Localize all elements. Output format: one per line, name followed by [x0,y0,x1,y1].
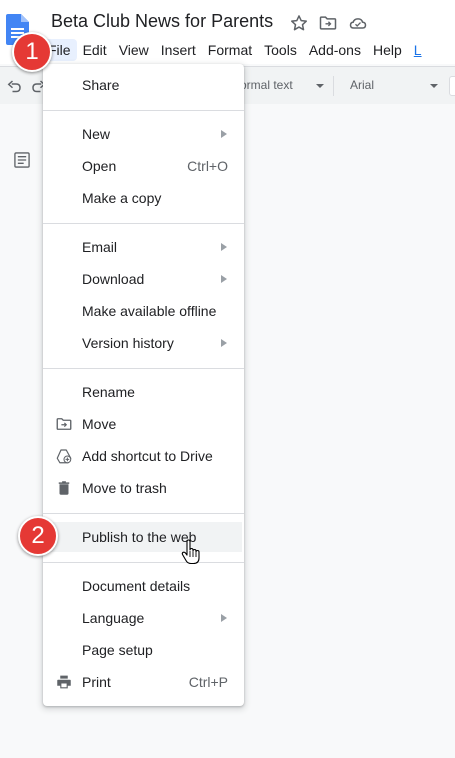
folder-move-icon [56,418,72,430]
menu-format[interactable]: Format [202,39,258,61]
menu-item-label: Share [82,77,120,93]
menu-item-label: Language [82,610,145,626]
header: Beta Club News for Parents File Edit Vie… [0,0,455,64]
undo-icon[interactable] [5,78,23,96]
hand-cursor-icon [181,539,200,565]
menu-item-email[interactable]: Email [43,232,244,262]
menu-view[interactable]: View [113,39,155,61]
menu-item-version-history[interactable]: Version history [43,328,244,358]
menu-item-label: Publish to the web [82,529,197,545]
document-outline-icon[interactable] [12,150,32,170]
menu-divider [43,110,244,111]
menu-item-new[interactable]: New [43,119,244,149]
menu-item-label: Rename [82,384,135,400]
menu-item-label: Document details [82,578,191,594]
menu-item-make-a-copy[interactable]: Make a copy [43,183,244,213]
menu-item-move-to-trash[interactable]: Move to trash [43,473,244,503]
menu-divider [43,223,244,224]
menu-item-label: Page setup [82,642,153,658]
step-1-callout-badge: 1 [12,32,52,72]
step-2-callout-badge: 2 [18,516,58,556]
menu-item-label: New [82,126,111,142]
menu-divider [43,562,244,563]
menu-item-label: Make available offline [82,303,217,319]
menu-item-document-details[interactable]: Document details [43,571,244,601]
menu-item-label: Download [82,271,145,287]
menu-item-make-available-offline[interactable]: Make available offline [43,296,244,326]
shortcut-label: Ctrl+P [188,674,228,690]
menu-bar: File Edit View Insert Format Tools Add-o… [42,39,428,61]
menu-item-label: Make a copy [82,190,162,206]
submenu-arrow-icon [221,130,227,138]
menu-item-label: Version history [82,335,174,351]
menu-item-open[interactable]: Open Ctrl+O [43,151,244,181]
drive-shortcut-icon [56,449,72,464]
menu-item-label: Print [82,674,111,690]
style-dropdown-arrow-icon[interactable] [316,84,324,88]
menu-tools[interactable]: Tools [258,39,303,61]
menu-item-label: Open [82,158,117,174]
menu-item-add-shortcut-to-drive[interactable]: Add shortcut to Drive [43,441,244,471]
menu-item-label: Move to trash [82,480,167,496]
style-select[interactable]: ormal text [240,78,293,92]
font-size-field[interactable] [449,76,455,96]
last-edit-link[interactable]: L [408,39,428,61]
menu-add-ons[interactable]: Add-ons [303,39,367,61]
menu-item-print[interactable]: Print Ctrl+P [43,667,244,697]
submenu-arrow-icon [221,339,227,347]
menu-help[interactable]: Help [367,39,408,61]
shortcut-label: Ctrl+O [187,158,228,174]
submenu-arrow-icon [221,614,227,622]
toolbar-divider [333,76,334,96]
submenu-arrow-icon [221,275,227,283]
font-select[interactable]: Arial [350,78,374,92]
trash-icon [58,481,70,495]
menu-item-rename[interactable]: Rename [43,377,244,407]
menu-item-label: Email [82,239,118,255]
print-icon [57,675,71,689]
cloud-status-icon[interactable] [348,13,368,33]
menu-item-share[interactable]: Share [43,70,244,100]
menu-edit[interactable]: Edit [77,39,113,61]
menu-divider [43,513,244,514]
menu-divider [43,368,244,369]
star-icon[interactable] [289,13,309,33]
menu-item-page-setup[interactable]: Page setup [43,635,244,665]
menu-item-label: Move [82,416,117,432]
menu-item-language[interactable]: Language [43,603,244,633]
submenu-arrow-icon [221,243,227,251]
document-title[interactable]: Beta Club News for Parents [51,11,273,32]
menu-item-move[interactable]: Move [43,409,244,439]
move-folder-icon[interactable] [318,13,338,33]
menu-item-download[interactable]: Download [43,264,244,294]
file-menu-dropdown: Share New Open Ctrl+O Make a copy Email … [43,64,244,706]
menu-insert[interactable]: Insert [155,39,202,61]
font-dropdown-arrow-icon[interactable] [430,84,438,88]
menu-item-label: Add shortcut to Drive [82,448,213,464]
menu-item-publish-to-the-web[interactable]: Publish to the web [45,522,242,552]
